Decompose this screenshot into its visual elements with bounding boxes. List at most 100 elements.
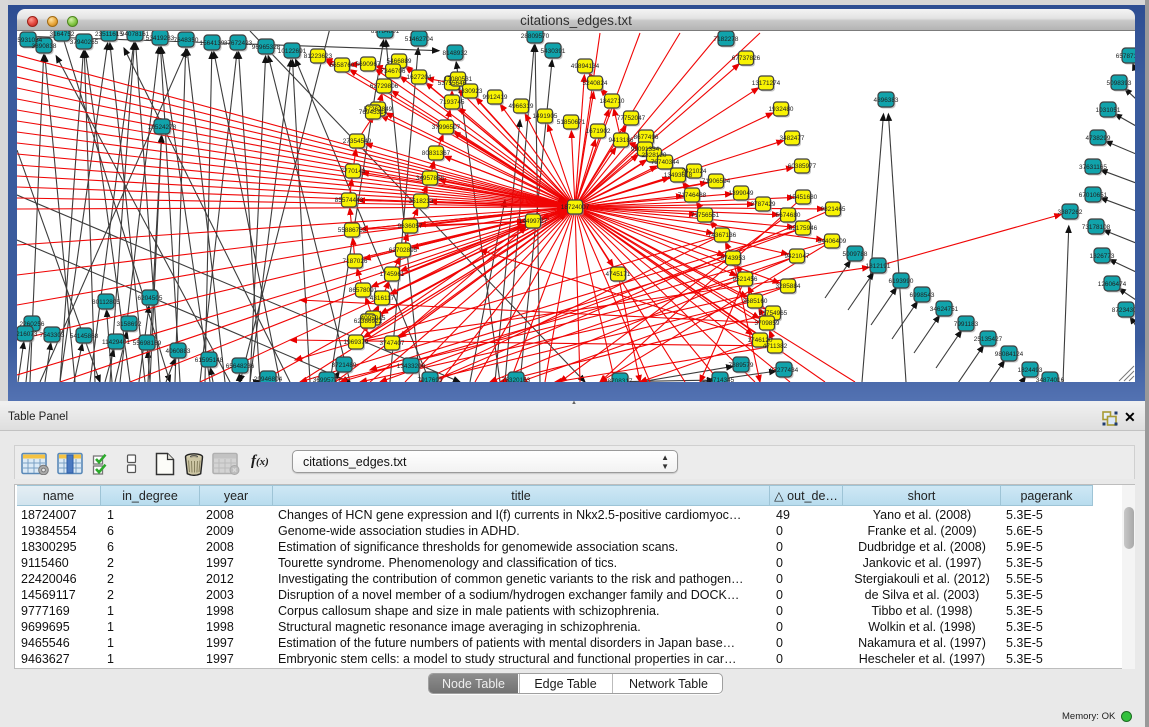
svg-text:51462704: 51462704 (405, 36, 434, 43)
svg-text:4896383: 4896383 (874, 97, 899, 104)
svg-text:71906594: 71906594 (702, 178, 731, 185)
svg-text:34714345: 34714345 (706, 377, 735, 382)
svg-text:65787133: 65787133 (1116, 53, 1135, 60)
svg-text:76320163: 76320163 (502, 377, 531, 382)
svg-text:34624751: 34624751 (930, 306, 959, 313)
svg-text:36995777: 36995777 (313, 377, 342, 382)
svg-text:65648236: 65648236 (226, 363, 255, 370)
svg-text:2421024: 2421024 (682, 168, 707, 175)
svg-text:10122691: 10122691 (278, 48, 307, 55)
svg-text:1932480: 1932480 (769, 106, 794, 113)
svg-text:87277434: 87277434 (770, 367, 799, 374)
svg-text:23511615: 23511615 (95, 31, 123, 38)
svg-text:49894134: 49894134 (571, 63, 600, 70)
svg-text:7770143: 7770143 (341, 168, 366, 175)
svg-text:8708317: 8708317 (608, 378, 633, 382)
svg-text:1491905: 1491905 (533, 113, 558, 120)
svg-text:1969379: 1969379 (344, 339, 369, 346)
svg-text:60385977: 60385977 (788, 163, 817, 170)
svg-text:6998543: 6998543 (910, 292, 935, 299)
svg-text:1326773: 1326773 (1090, 253, 1115, 260)
svg-text:5674680: 5674680 (776, 212, 801, 219)
svg-text:79740344: 79740344 (651, 159, 680, 166)
svg-text:86578091: 86578091 (349, 287, 378, 294)
svg-text:81754965: 81754965 (759, 310, 788, 317)
svg-text:71746488: 71746488 (678, 192, 707, 199)
svg-text:4316117: 4316117 (370, 295, 395, 302)
svg-text:55698169: 55698169 (133, 340, 162, 347)
svg-text:81223623: 81223623 (304, 53, 333, 60)
svg-text:4966319: 4966319 (509, 103, 534, 110)
svg-text:74367136: 74367136 (708, 232, 737, 239)
svg-text:4711382: 4711382 (763, 343, 788, 350)
svg-text:3387262: 3387262 (1058, 209, 1083, 216)
svg-text:82175946: 82175946 (789, 225, 818, 232)
svg-text:1564139: 1564139 (200, 40, 225, 47)
svg-text:12606474: 12606474 (1098, 281, 1127, 288)
svg-text:94406409: 94406409 (818, 238, 847, 245)
svg-text:76945314: 76945314 (359, 109, 388, 116)
svg-text:73178108: 73178108 (1082, 224, 1111, 231)
svg-text:7193745: 7193745 (440, 99, 465, 106)
svg-text:3518233: 3518233 (409, 198, 434, 205)
svg-text:2328120: 2328120 (642, 152, 667, 159)
svg-text:4216073: 4216073 (17, 331, 38, 338)
svg-text:5466889: 5466889 (387, 58, 412, 65)
svg-text:9912419: 9912419 (483, 94, 508, 101)
svg-text:9636057: 9636057 (398, 223, 423, 230)
svg-text:5009788: 5009788 (843, 251, 868, 258)
svg-text:54145868: 54145868 (70, 333, 99, 340)
svg-text:37940265: 37940265 (70, 39, 99, 46)
svg-text:18724007: 18724007 (561, 204, 590, 211)
svg-text:62386922: 62386922 (354, 318, 383, 325)
svg-text:4738299: 4738299 (1086, 135, 1111, 142)
svg-text:7648350: 7648350 (174, 37, 199, 44)
svg-text:77752047: 77752047 (617, 115, 646, 122)
svg-text:62702895: 62702895 (389, 247, 418, 254)
svg-text:28809570: 28809570 (521, 33, 550, 40)
svg-text:13171274: 13171274 (752, 80, 781, 87)
svg-text:11429401: 11429401 (102, 339, 130, 346)
svg-text:3158692: 3158692 (117, 321, 142, 328)
svg-text:9421047: 9421047 (785, 253, 810, 260)
svg-text:6193990: 6193990 (889, 278, 914, 285)
svg-text:37631165: 37631165 (1079, 164, 1107, 171)
svg-text:4060883: 4060883 (166, 348, 191, 355)
svg-text:29946804: 29946804 (254, 376, 283, 382)
svg-text:98084124: 98084124 (995, 351, 1024, 358)
svg-text:6204505: 6204505 (138, 295, 163, 302)
svg-text:6658760: 6658760 (330, 62, 355, 69)
svg-text:9413186: 9413186 (609, 137, 634, 144)
svg-text:34957885: 34957885 (416, 175, 445, 182)
svg-text:8677496: 8677496 (634, 134, 659, 141)
svg-text:3482477: 3482477 (780, 135, 805, 142)
svg-text:7889579: 7889579 (729, 362, 754, 369)
svg-text:7182278: 7182278 (714, 36, 739, 43)
svg-text:1842710: 1842710 (600, 98, 625, 105)
svg-text:9743953: 9743953 (721, 255, 746, 262)
svg-text:62729806: 62729806 (370, 83, 399, 90)
svg-text:25135427: 25135427 (974, 336, 1003, 343)
svg-text:37996507: 37996507 (432, 124, 461, 131)
svg-text:61595148: 61595148 (195, 357, 224, 364)
svg-text:55886753: 55886753 (338, 227, 367, 234)
svg-text:8148932: 8148932 (443, 50, 468, 57)
svg-text:3747407: 3747407 (380, 340, 405, 347)
svg-text:4745171: 4745171 (606, 271, 631, 278)
svg-text:1824493: 1824493 (1018, 367, 1043, 374)
svg-text:87234309: 87234309 (1112, 307, 1135, 314)
svg-text:51850671: 51850671 (557, 119, 586, 126)
svg-text:67010651: 67010651 (1079, 192, 1108, 199)
svg-text:3685160: 3685160 (743, 298, 768, 305)
svg-text:5098393: 5098393 (1107, 80, 1132, 87)
svg-text:7543303: 7543303 (40, 332, 65, 339)
svg-text:1745961: 1745961 (380, 271, 405, 278)
svg-text:53419283: 53419283 (146, 35, 175, 42)
svg-text:3285884: 3285884 (776, 283, 801, 290)
svg-text:80831367: 80831367 (422, 150, 451, 157)
svg-text:1627204: 1627204 (407, 74, 432, 81)
svg-text:96965328: 96965328 (252, 44, 281, 51)
svg-text:7187026: 7187026 (343, 258, 368, 265)
svg-text:67737826: 67737826 (732, 55, 761, 62)
svg-text:5240824: 5240824 (583, 80, 608, 87)
